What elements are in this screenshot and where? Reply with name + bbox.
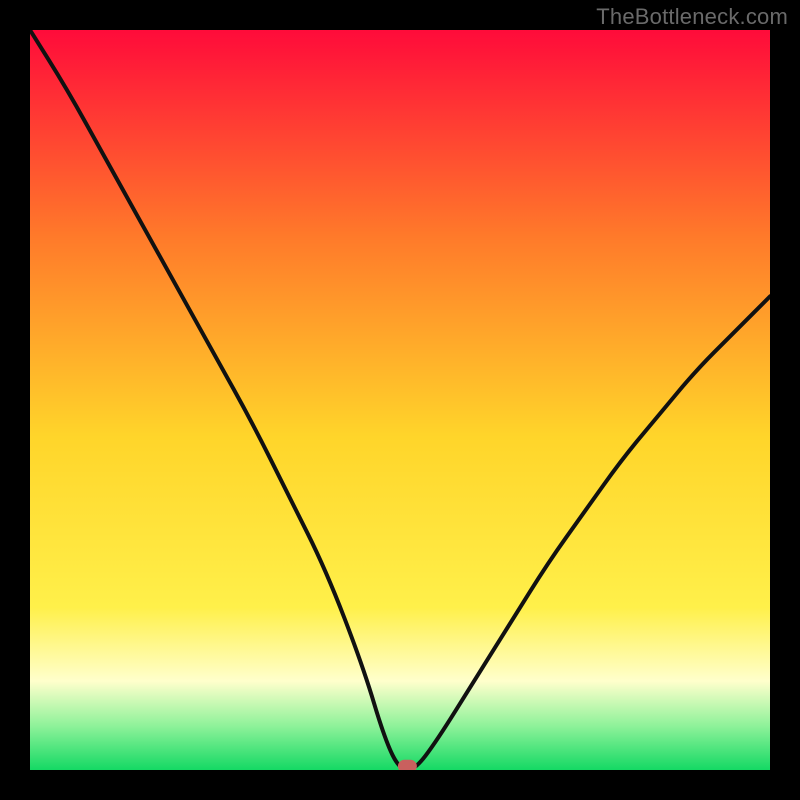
plot-svg: [30, 30, 770, 770]
optimal-marker: [398, 760, 416, 770]
watermark-text: TheBottleneck.com: [596, 4, 788, 30]
chart-frame: TheBottleneck.com: [0, 0, 800, 800]
plot-area: [30, 30, 770, 770]
gradient-background: [30, 30, 770, 770]
